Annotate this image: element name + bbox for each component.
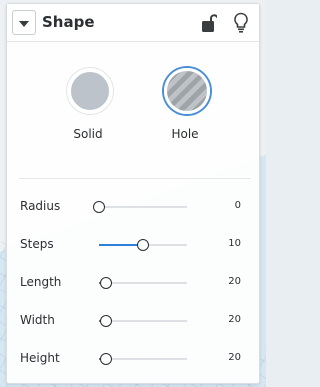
- hole-option[interactable]: Hole: [145, 68, 225, 158]
- width-value[interactable]: 20: [228, 314, 241, 325]
- width-slider-track[interactable]: [99, 315, 187, 327]
- steps-label: Steps: [20, 237, 54, 251]
- solid-label: Solid: [73, 127, 103, 141]
- unlock-icon[interactable]: [201, 13, 217, 33]
- solid-option[interactable]: Solid: [48, 68, 128, 158]
- length-slider-track[interactable]: [99, 277, 187, 289]
- hole-swatch: [164, 68, 210, 114]
- length-row: Length 20: [7, 273, 259, 293]
- height-row: Height 20: [7, 349, 259, 369]
- radius-value[interactable]: 0: [235, 200, 241, 211]
- steps-slider-thumb[interactable]: [137, 239, 149, 251]
- radius-slider-track[interactable]: [93, 201, 187, 213]
- solid-swatch: [67, 68, 113, 114]
- steps-slider-track[interactable]: [99, 239, 187, 251]
- width-slider-thumb[interactable]: [100, 315, 112, 327]
- collapse-button[interactable]: [12, 10, 36, 35]
- section-divider: [19, 178, 251, 179]
- width-row: Width 20: [7, 311, 259, 331]
- steps-value[interactable]: 10: [228, 238, 241, 249]
- length-slider-thumb[interactable]: [100, 277, 112, 289]
- length-value[interactable]: 20: [228, 276, 241, 287]
- width-label: Width: [20, 313, 55, 327]
- radius-slider-thumb[interactable]: [93, 201, 105, 213]
- steps-row: Steps 10: [7, 235, 259, 255]
- shape-inspector-panel: Shape Solid Hole Radius 0 Steps 10 Lengt…: [6, 3, 260, 384]
- hole-label: Hole: [171, 127, 199, 141]
- height-label: Height: [20, 351, 60, 365]
- panel-title: Shape: [42, 13, 95, 31]
- height-value[interactable]: 20: [228, 352, 241, 363]
- lightbulb-icon[interactable]: [233, 12, 249, 34]
- chevron-down-icon: [19, 21, 29, 27]
- height-slider-thumb[interactable]: [100, 353, 112, 365]
- length-label: Length: [20, 275, 62, 289]
- panel-header: Shape: [7, 4, 259, 42]
- radius-label: Radius: [20, 199, 61, 213]
- radius-row: Radius 0: [7, 197, 259, 217]
- height-slider-track[interactable]: [99, 353, 187, 365]
